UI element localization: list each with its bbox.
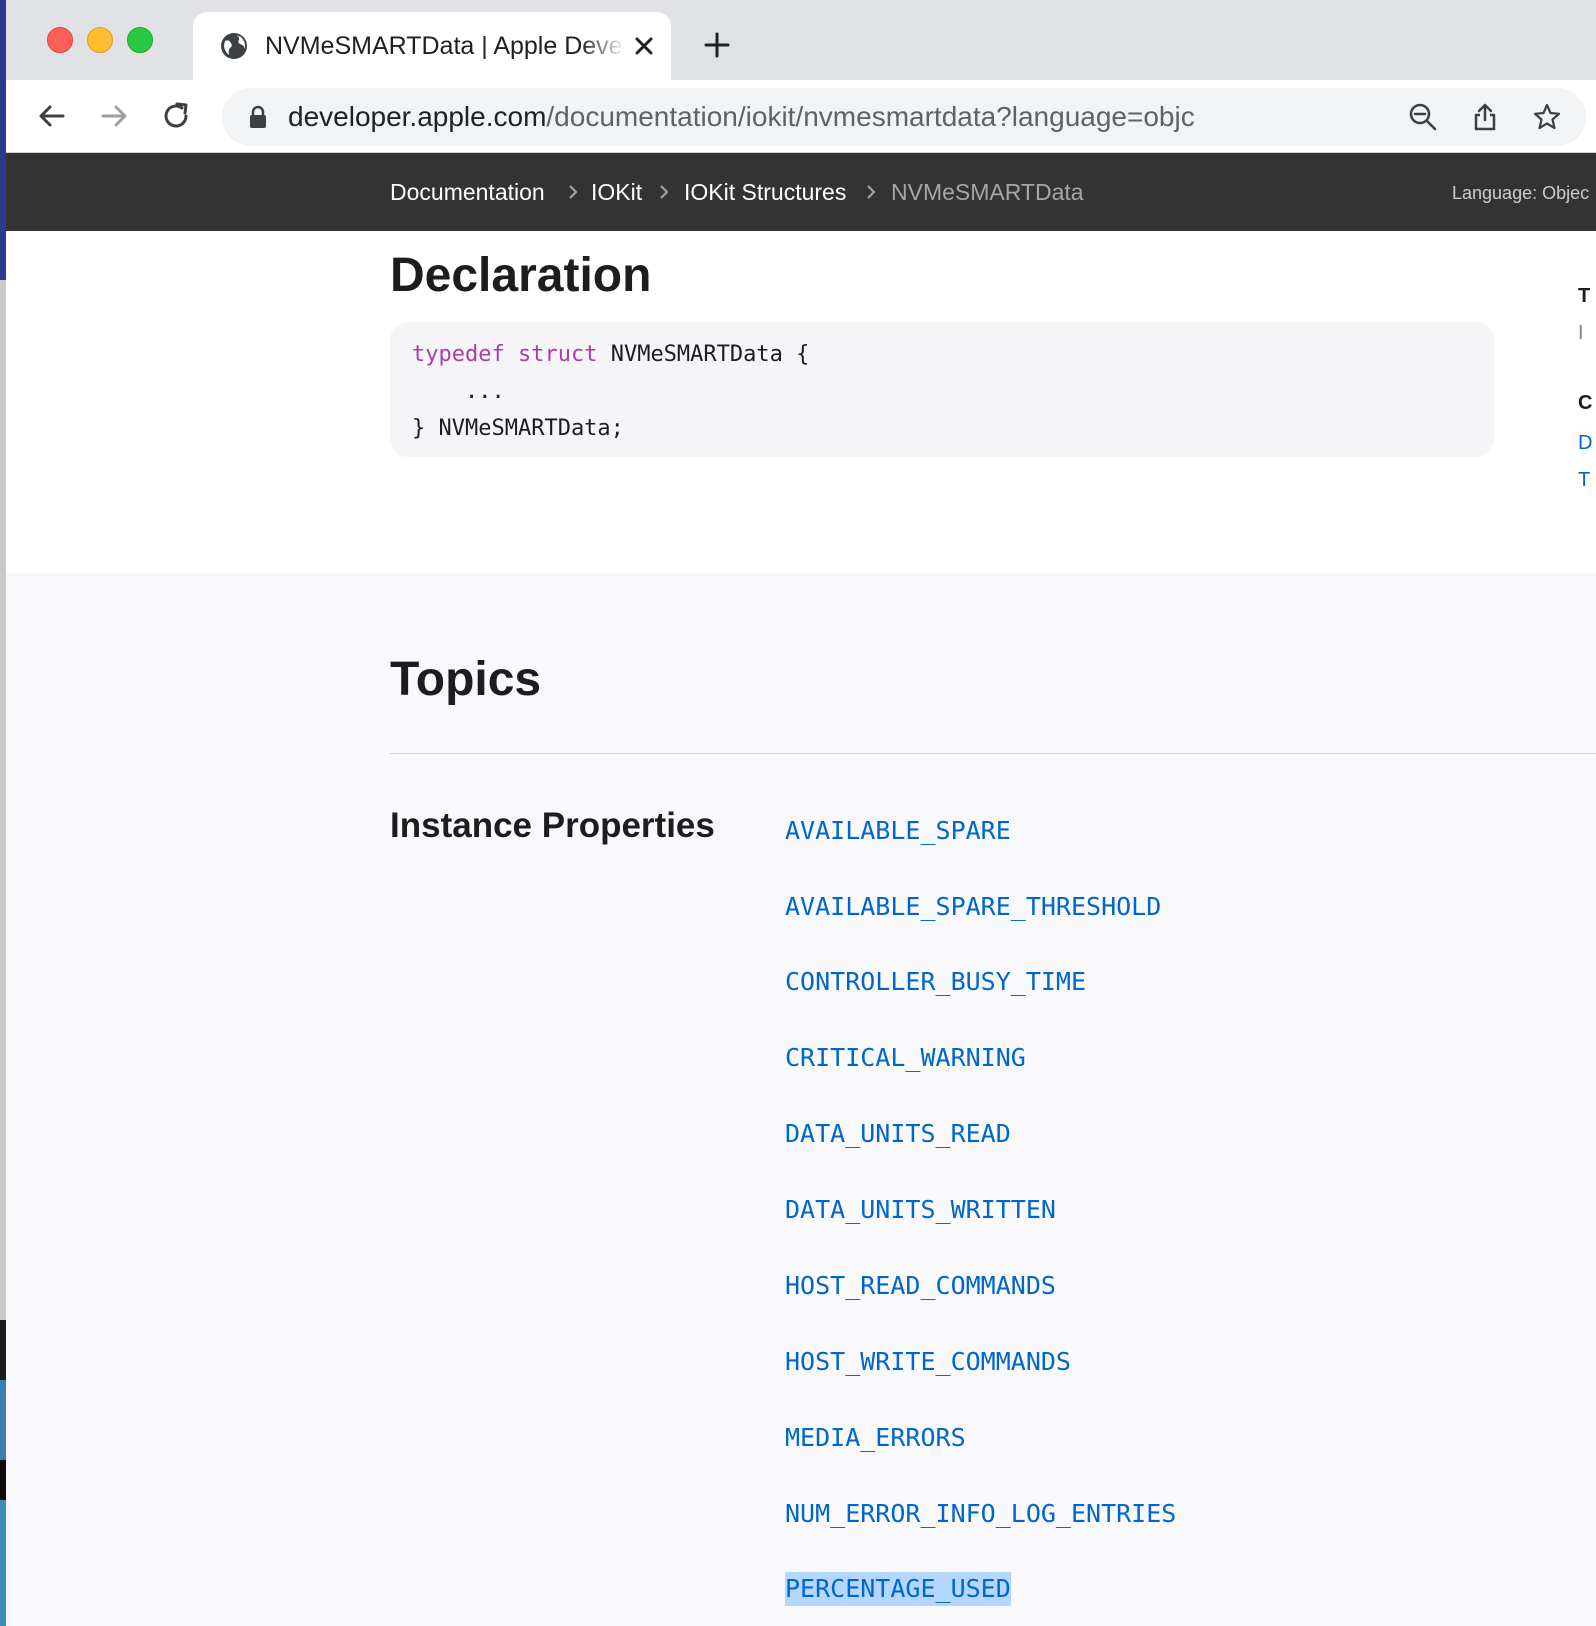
topics-section: [6, 573, 1596, 1626]
language-selector[interactable]: Language: Objec: [1452, 183, 1589, 204]
topics-heading: Topics: [390, 653, 542, 706]
documentation-nav-bar: Documentation IOKit IOKit Structures NVM…: [6, 153, 1596, 231]
reload-icon[interactable]: [160, 100, 192, 132]
property-link-selected[interactable]: PERCENTAGE_USED: [785, 1572, 1011, 1606]
code-type-name: NVMeSMARTData {: [610, 342, 810, 367]
browser-window: NVMeSMARTData | Apple Developer Document…: [6, 0, 1596, 1626]
code-keyword: struct: [517, 342, 598, 367]
code-keyword: typedef: [412, 342, 505, 367]
sidebar-text-fragment: I: [1578, 322, 1584, 344]
chevron-right-icon: [569, 185, 578, 199]
star-icon[interactable]: [1532, 102, 1562, 132]
property-link[interactable]: CRITICAL_WARNING: [785, 1041, 1026, 1075]
property-link[interactable]: CONTROLLER_BUSY_TIME: [785, 965, 1086, 999]
url-host: developer.apple.com: [288, 101, 547, 132]
browser-toolbar: developer.apple.com/documentation/iokit/…: [6, 80, 1596, 153]
share-icon[interactable]: [1470, 102, 1500, 132]
property-link[interactable]: HOST_WRITE_COMMANDS: [785, 1345, 1071, 1379]
forward-arrow-icon[interactable]: [98, 100, 130, 132]
tab-strip: NVMeSMARTData | Apple Developer Document…: [6, 0, 1596, 80]
lock-icon[interactable]: [248, 105, 268, 129]
breadcrumb-iokit[interactable]: IOKit: [591, 179, 642, 206]
zoom-window-button[interactable]: [127, 27, 153, 53]
close-window-button[interactable]: [47, 27, 73, 53]
property-link[interactable]: AVAILABLE_SPARE_THRESHOLD: [785, 890, 1161, 924]
topics-divider: [390, 753, 1596, 754]
new-tab-button[interactable]: [702, 30, 732, 60]
sidebar-link-fragment[interactable]: D: [1578, 432, 1592, 455]
language-value: Objec: [1542, 183, 1590, 203]
active-tab[interactable]: NVMeSMARTData | Apple Developer Document…: [193, 12, 671, 80]
property-link[interactable]: DATA_UNITS_READ: [785, 1117, 1011, 1151]
code-listing: typedef struct NVMeSMARTData { ... } NVM…: [412, 336, 809, 447]
property-link[interactable]: DATA_UNITS_WRITTEN: [785, 1193, 1056, 1227]
globe-icon: [221, 33, 247, 59]
chevron-right-icon: [660, 185, 669, 199]
tab-title: NVMeSMARTData | Apple Developer Document…: [265, 32, 625, 60]
chevron-right-icon: [867, 185, 876, 199]
property-link[interactable]: MEDIA_ERRORS: [785, 1421, 966, 1455]
sidebar-heading-fragment: T: [1578, 285, 1591, 307]
zoom-out-icon[interactable]: [1408, 102, 1438, 132]
property-link[interactable]: AVAILABLE_SPARE: [785, 814, 1011, 848]
address-bar[interactable]: developer.apple.com/documentation/iokit/…: [222, 88, 1586, 146]
close-icon[interactable]: [631, 33, 657, 59]
instance-properties-heading: Instance Properties: [390, 806, 715, 845]
declaration-heading: Declaration: [390, 249, 652, 302]
url-path: /documentation/iokit/nvmesmartdata?langu…: [546, 101, 1195, 132]
property-link[interactable]: NUM_ERROR_INFO_LOG_ENTRIES: [785, 1497, 1176, 1531]
breadcrumb-current: NVMeSMARTData: [891, 179, 1084, 205]
sidebar-link-fragment[interactable]: T: [1578, 469, 1590, 492]
code-ellipsis: ...: [412, 379, 505, 404]
back-arrow-icon[interactable]: [36, 100, 68, 132]
language-label: Language:: [1452, 183, 1538, 203]
property-link[interactable]: HOST_READ_COMMANDS: [785, 1269, 1056, 1303]
breadcrumb-iokit-structures[interactable]: IOKit Structures: [684, 179, 846, 206]
declaration-code-block: typedef struct NVMeSMARTData { ... } NVM…: [390, 322, 1494, 457]
code-closing: } NVMeSMARTData;: [412, 416, 624, 441]
url-text[interactable]: developer.apple.com/documentation/iokit/…: [288, 101, 1195, 133]
breadcrumb-documentation[interactable]: Documentation: [390, 179, 545, 206]
sidebar-heading-fragment: C: [1578, 392, 1593, 414]
minimize-window-button[interactable]: [87, 27, 113, 53]
